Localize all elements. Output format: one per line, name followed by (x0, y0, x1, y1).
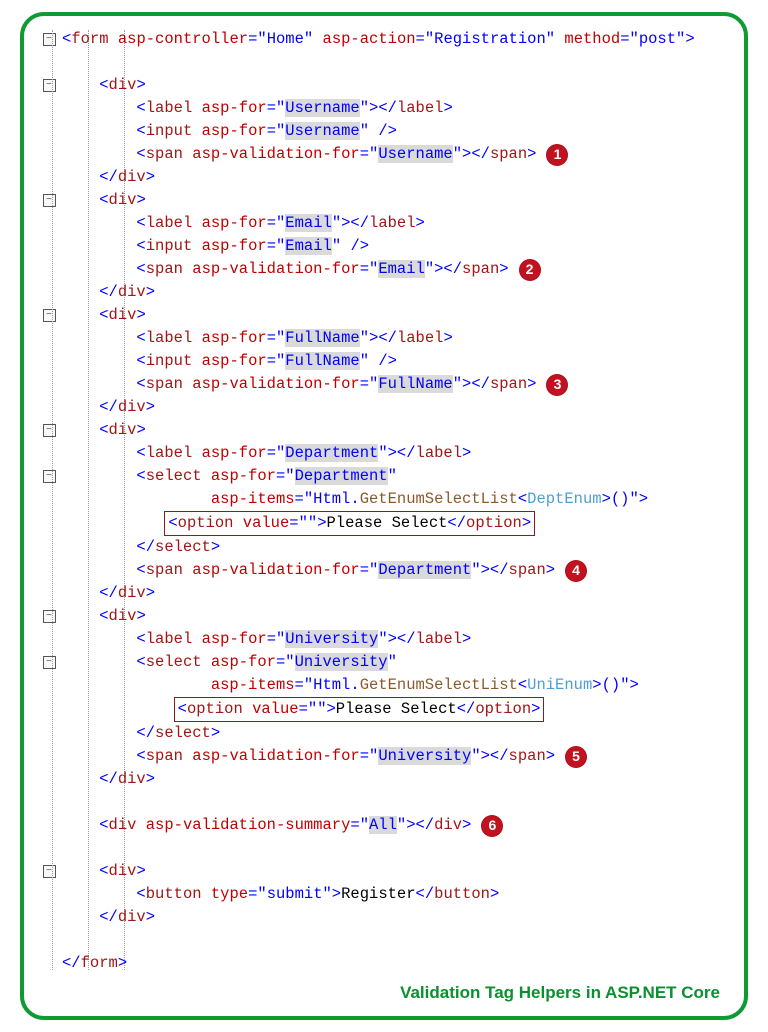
fold-toggle[interactable]: − (40, 79, 58, 92)
fold-toggle[interactable]: − (40, 309, 58, 322)
fold-toggle[interactable]: − (40, 470, 58, 483)
annotation-badge-1: 1 (546, 144, 568, 166)
highlighted-option-dept: <option value="">Please Select</option> (164, 511, 535, 536)
fold-toggle[interactable]: − (40, 194, 58, 207)
highlighted-option-uni: <option value="">Please Select</option> (174, 697, 545, 722)
minus-icon: − (43, 424, 56, 437)
code-line: − <form asp-controller="Home" asp-action… (40, 28, 726, 51)
minus-icon: − (43, 656, 56, 669)
annotation-badge-2: 2 (519, 259, 541, 281)
fold-toggle[interactable]: − (40, 656, 58, 669)
minus-icon: − (43, 470, 56, 483)
minus-icon: − (43, 79, 56, 92)
annotation-badge-6: 6 (481, 815, 503, 837)
minus-icon: − (43, 194, 56, 207)
minus-icon: − (43, 865, 56, 878)
code-snippet-frame: − <form asp-controller="Home" asp-action… (20, 12, 748, 1020)
fold-toggle[interactable]: − (40, 33, 58, 46)
annotation-badge-4: 4 (565, 560, 587, 582)
fold-toggle[interactable]: − (40, 865, 58, 878)
minus-icon: − (43, 309, 56, 322)
fold-toggle[interactable]: − (40, 610, 58, 623)
annotation-badge-3: 3 (546, 374, 568, 396)
minus-icon: − (43, 33, 56, 46)
annotation-badge-5: 5 (565, 746, 587, 768)
fold-toggle[interactable]: − (40, 424, 58, 437)
footer-title: Validation Tag Helpers in ASP.NET Core (40, 975, 726, 1006)
minus-icon: − (43, 610, 56, 623)
